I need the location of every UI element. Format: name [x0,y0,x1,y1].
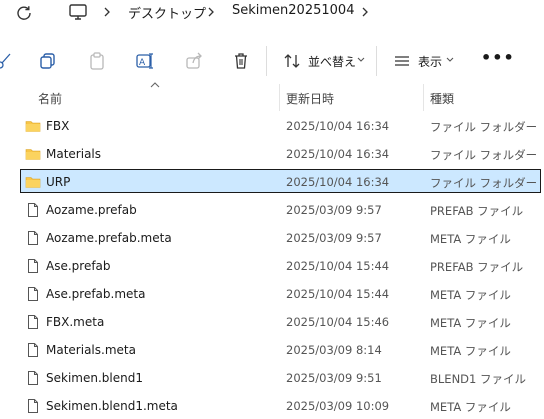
file-date: 2025/10/04 16:34 [286,175,390,189]
copy-icon[interactable] [38,51,58,71]
file-type: PREFAB ファイル [430,260,524,274]
chevron-down-icon[interactable] [446,57,454,63]
file-type: ファイル フォルダー [430,120,538,134]
file-type: BLEND1 ファイル [430,372,526,386]
file-date: 2025/03/09 9:51 [286,371,382,385]
file-row[interactable]: Aozame.prefab.meta 2025/03/09 9:57 META ファ… [0,225,544,251]
file-name: Sekimen.blend1.meta [46,399,178,413]
file-row[interactable]: Materials.meta 2025/03/09 8:14 META ファイル [0,337,544,363]
file-date: 2025/10/04 16:34 [286,119,390,133]
file-row[interactable]: Ase.prefab.meta 2025/10/04 15:44 META ファイル [0,281,544,307]
paste-icon[interactable] [87,51,107,71]
more-options-button[interactable]: ••• [481,48,515,67]
file-date: 2025/10/04 16:34 [286,147,390,161]
file-name: Sekimen.blend1 [46,371,143,385]
file-type: PREFAB ファイル [430,204,524,218]
column-name-header[interactable]: 名前 [38,90,62,107]
file-type: ファイル フォルダー [430,176,538,190]
file-date: 2025/10/04 15:44 [286,287,390,301]
file-type: META ファイル [430,316,511,330]
file-name: Ase.prefab [46,259,111,273]
file-icon [25,398,41,414]
folder-icon [25,174,41,190]
file-type: META ファイル [430,344,511,358]
file-name: Materials.meta [46,343,136,357]
file-type: ファイル フォルダー [430,148,538,162]
file-icon [25,314,41,330]
file-name: Ase.prefab.meta [46,287,146,301]
file-date: 2025/10/04 15:46 [286,315,390,329]
breadcrumb-folder[interactable]: Sekimen20251004 [232,3,354,18]
file-date: 2025/03/09 9:57 [286,203,382,217]
sort-button[interactable]: 並べ替え [308,53,356,70]
delete-icon[interactable] [231,51,251,71]
file-row[interactable]: FBX 2025/10/04 16:34 ファイル フォルダー [0,113,544,139]
column-divider[interactable] [279,84,280,111]
file-name: Aozame.prefab [46,203,137,217]
file-row[interactable]: Sekimen.blend1.meta 2025/03/09 10:09 META … [0,393,544,419]
file-date: 2025/03/09 9:57 [286,231,382,245]
view-icon[interactable] [392,51,412,71]
refresh-icon[interactable] [15,4,33,22]
column-divider[interactable] [423,84,424,111]
file-date: 2025/03/09 10:09 [286,399,390,413]
column-header: 名前 更新日時 種類 [0,82,544,111]
sort-icon[interactable] [282,51,302,71]
folder-icon [25,118,41,134]
rename-icon[interactable]: A [135,51,155,71]
file-date: 2025/03/09 8:14 [286,343,382,357]
chevron-right-icon[interactable] [206,6,216,18]
cut-icon[interactable] [0,51,14,71]
file-row[interactable]: Aozame.prefab 2025/03/09 9:57 PREFAB ファイル [0,197,544,223]
toolbar-divider [266,46,267,76]
file-name: FBX [46,119,70,133]
chevron-right-icon[interactable] [102,6,112,18]
file-type: META ファイル [430,232,511,246]
file-icon [25,258,41,274]
file-name: FBX.meta [46,315,105,329]
file-icon [25,370,41,386]
breadcrumb-desktop[interactable]: デスクトップ [128,3,206,22]
folder-icon [25,146,41,162]
computer-icon[interactable] [68,3,88,21]
chevron-right-icon[interactable] [360,6,370,18]
chevron-down-icon[interactable] [357,57,365,63]
command-bar: A 並べ替え 表示 ••• [0,38,544,84]
file-name: URP [46,175,71,189]
sort-ascending-icon [150,82,160,88]
column-date-header[interactable]: 更新日時 [286,90,334,107]
file-type: META ファイル [430,288,511,302]
file-row[interactable]: URP 2025/10/04 16:34 ファイル フォルダー [0,169,544,195]
address-bar: デスクトップ Sekimen20251004 [0,0,544,26]
file-row[interactable]: FBX.meta 2025/10/04 15:46 META ファイル [0,309,544,335]
view-button[interactable]: 表示 [418,53,442,70]
file-row[interactable]: Sekimen.blend1 2025/03/09 9:51 BLEND1 ファイル [0,365,544,391]
file-date: 2025/10/04 15:44 [286,259,390,273]
column-type-header[interactable]: 種類 [430,90,454,107]
file-icon [25,202,41,218]
share-icon[interactable] [184,51,204,71]
file-icon [25,342,41,358]
file-icon [25,230,41,246]
file-name: Materials [46,147,102,161]
svg-text:A: A [139,58,146,68]
file-icon [25,286,41,302]
file-name: Aozame.prefab.meta [46,231,172,245]
toolbar-divider [376,46,377,76]
file-row[interactable]: Ase.prefab 2025/10/04 15:44 PREFAB ファイル [0,253,544,279]
file-row[interactable]: Materials 2025/10/04 16:34 ファイル フォルダー [0,141,544,167]
